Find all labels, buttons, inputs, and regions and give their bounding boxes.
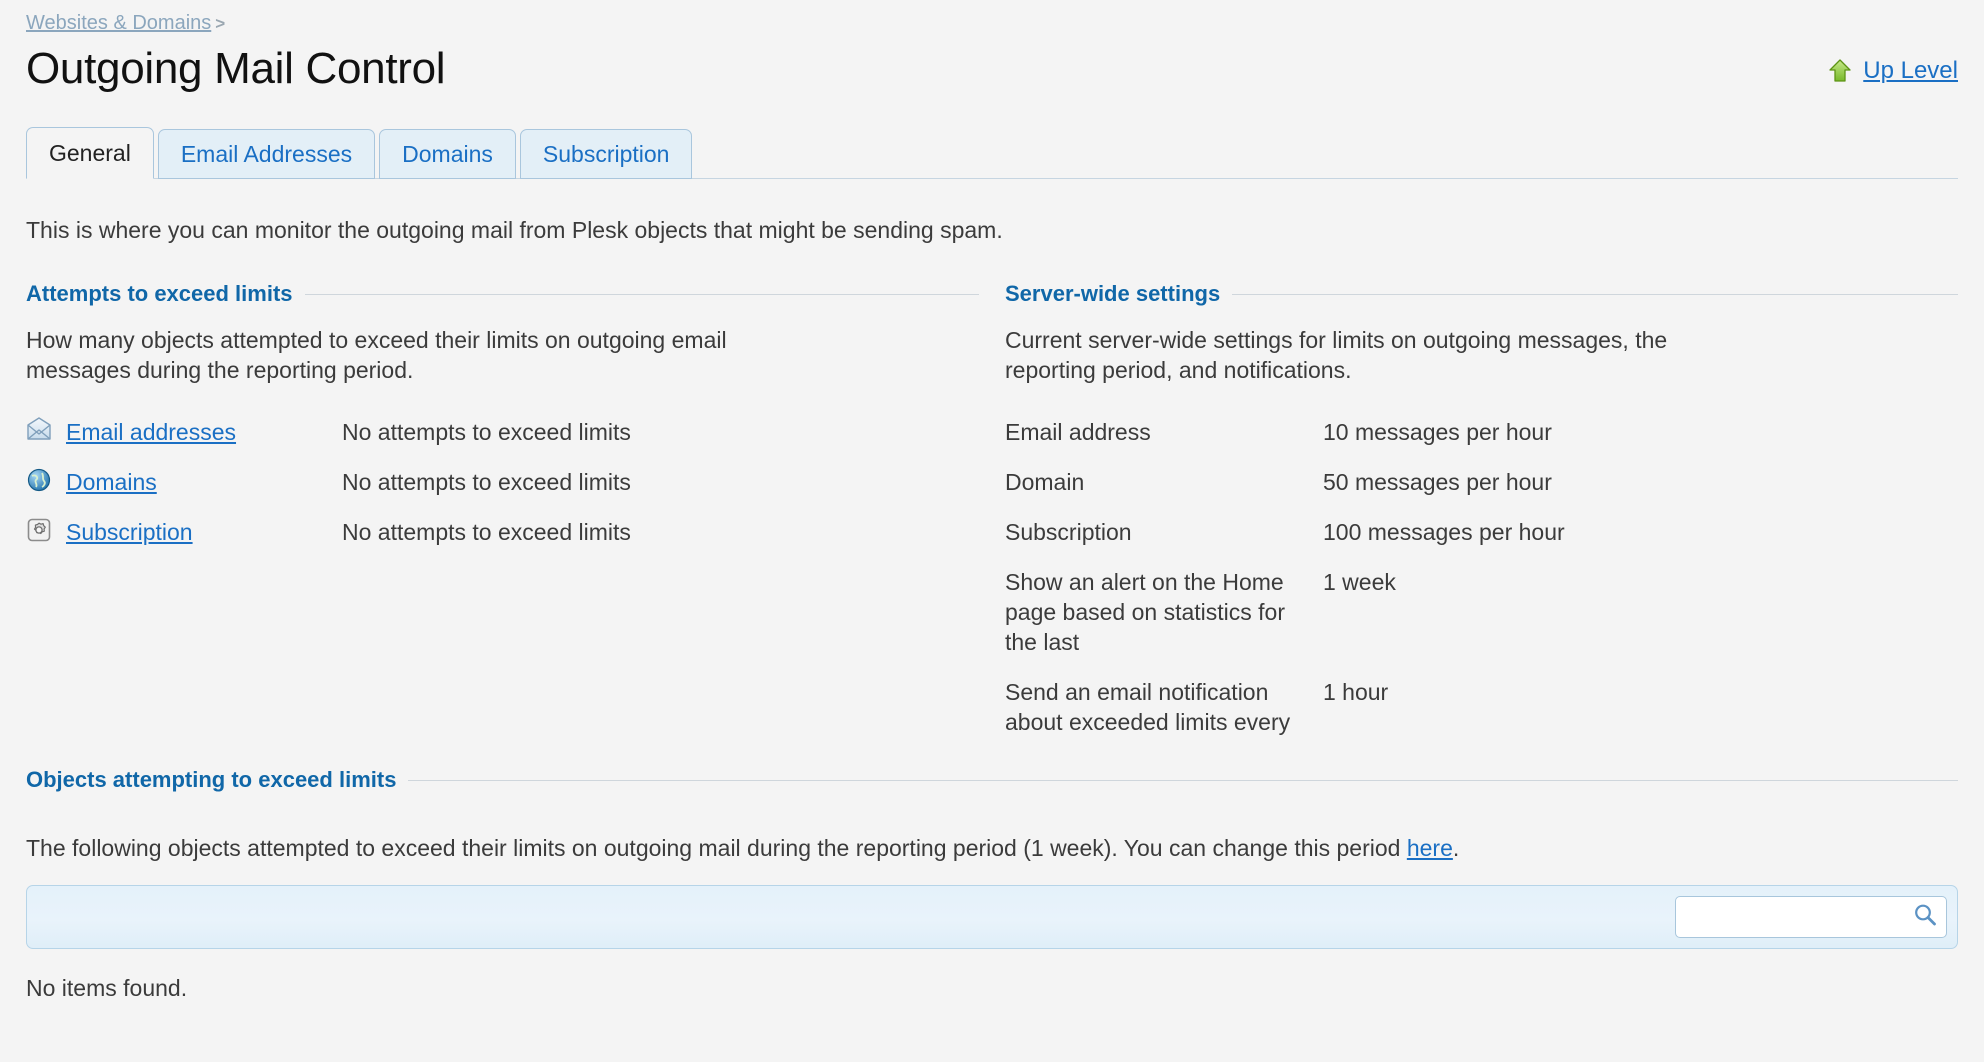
- objects-heading: Objects attempting to exceed limits: [26, 767, 397, 792]
- change-period-link[interactable]: here: [1407, 835, 1453, 861]
- server-settings-section: Server-wide settings Current server-wide…: [1005, 281, 1958, 757]
- attempts-list: Email addresses No attempts to exceed li…: [26, 417, 979, 547]
- search-input[interactable]: [1686, 904, 1912, 930]
- envelope-icon: [26, 417, 52, 441]
- header-rule: [408, 779, 1958, 781]
- tab-general[interactable]: General: [26, 127, 154, 179]
- tab-domains[interactable]: Domains: [379, 129, 516, 179]
- list-toolbar: [26, 885, 1958, 949]
- attempts-section-header: Attempts to exceed limits: [26, 281, 979, 307]
- server-settings-description: Current server-wide settings for limits …: [1005, 327, 1668, 383]
- attempts-link-subscription[interactable]: Subscription: [66, 517, 193, 547]
- breadcrumb-link-websites-and-domains[interactable]: Websites & Domains: [26, 12, 211, 34]
- columns-container: Attempts to exceed limits How many objec…: [26, 281, 1958, 757]
- page-root: Websites & Domains > Outgoing Mail Contro…: [0, 0, 1984, 1062]
- server-settings-heading: Server-wide settings: [1005, 281, 1221, 306]
- list-item: Domains No attempts to exceed limits: [26, 467, 979, 497]
- header-rule: [304, 293, 979, 295]
- intro-text: This is where you can monitor the outgoi…: [26, 217, 1003, 243]
- list-item: Send an email notification about exceede…: [1005, 677, 1958, 737]
- search-icon[interactable]: [1912, 902, 1938, 933]
- attempts-value-domains: No attempts to exceed limits: [342, 469, 631, 495]
- page-title: Outgoing Mail Control: [26, 44, 446, 93]
- objects-description-before: The following objects attempted to excee…: [26, 835, 1407, 861]
- attempts-link-email-addresses[interactable]: Email addresses: [66, 417, 236, 447]
- up-arrow-green-icon: [1827, 58, 1853, 84]
- objects-section-header: Objects attempting to exceed limits: [26, 767, 1958, 793]
- setting-value-email-address: 10 messages per hour: [1323, 419, 1552, 445]
- list-item: Subscription No attempts to exceed limit…: [26, 517, 979, 547]
- header-rule: [1232, 293, 1958, 295]
- attempts-section: Attempts to exceed limits How many objec…: [26, 281, 979, 757]
- globe-icon: [26, 467, 52, 493]
- empty-state-message: No items found.: [26, 975, 188, 1001]
- server-settings-list: Email address 10 messages per hour Domai…: [1005, 417, 1958, 737]
- list-item: Email address 10 messages per hour: [1005, 417, 1958, 447]
- attempts-heading: Attempts to exceed limits: [26, 281, 293, 306]
- tab-email-addresses[interactable]: Email Addresses: [157, 129, 376, 179]
- objects-description: The following objects attempted to excee…: [26, 833, 1958, 863]
- subscription-gear-icon: [26, 517, 52, 543]
- up-level-control[interactable]: Up Level: [1827, 57, 1958, 97]
- objects-description-after: .: [1452, 835, 1460, 861]
- attempts-value-subscription: No attempts to exceed limits: [342, 519, 631, 545]
- setting-label-email-notification: Send an email notification about exceede…: [1005, 679, 1291, 735]
- setting-value-subscription: 100 messages per hour: [1323, 519, 1565, 545]
- attempts-row-email-addresses: Email addresses: [26, 417, 342, 447]
- attempts-link-domains[interactable]: Domains: [66, 467, 157, 497]
- setting-label-domain: Domain: [1005, 469, 1085, 495]
- breadcrumb-separator: >: [215, 14, 226, 33]
- attempts-row-subscription: Subscription: [26, 517, 342, 547]
- tab-subscription[interactable]: Subscription: [519, 129, 693, 179]
- setting-label-subscription: Subscription: [1005, 519, 1132, 545]
- setting-label-email-address: Email address: [1005, 419, 1151, 445]
- setting-value-email-notification: 1 hour: [1323, 679, 1389, 705]
- up-level-label[interactable]: Up Level: [1863, 57, 1958, 85]
- title-row: Outgoing Mail Control Up Level: [26, 37, 1958, 97]
- attempts-description: How many objects attempted to exceed the…: [26, 327, 727, 383]
- attempts-value-email-addresses: No attempts to exceed limits: [342, 419, 631, 445]
- list-item: Domain 50 messages per hour: [1005, 467, 1958, 497]
- setting-value-domain: 50 messages per hour: [1323, 469, 1552, 495]
- setting-label-home-page-alert: Show an alert on the Home page based on …: [1005, 569, 1285, 655]
- objects-section: Objects attempting to exceed limits The …: [26, 767, 1958, 1003]
- list-item: Show an alert on the Home page based on …: [1005, 567, 1958, 657]
- server-settings-section-header: Server-wide settings: [1005, 281, 1958, 307]
- attempts-row-domains: Domains: [26, 467, 342, 497]
- list-item: Email addresses No attempts to exceed li…: [26, 417, 979, 447]
- breadcrumb: Websites & Domains >: [26, 0, 1958, 37]
- search-box[interactable]: [1675, 896, 1947, 938]
- list-item: Subscription 100 messages per hour: [1005, 517, 1958, 547]
- tab-bar: General Email Addresses Domains Subscrip…: [26, 127, 1958, 179]
- setting-value-home-page-alert: 1 week: [1323, 569, 1396, 595]
